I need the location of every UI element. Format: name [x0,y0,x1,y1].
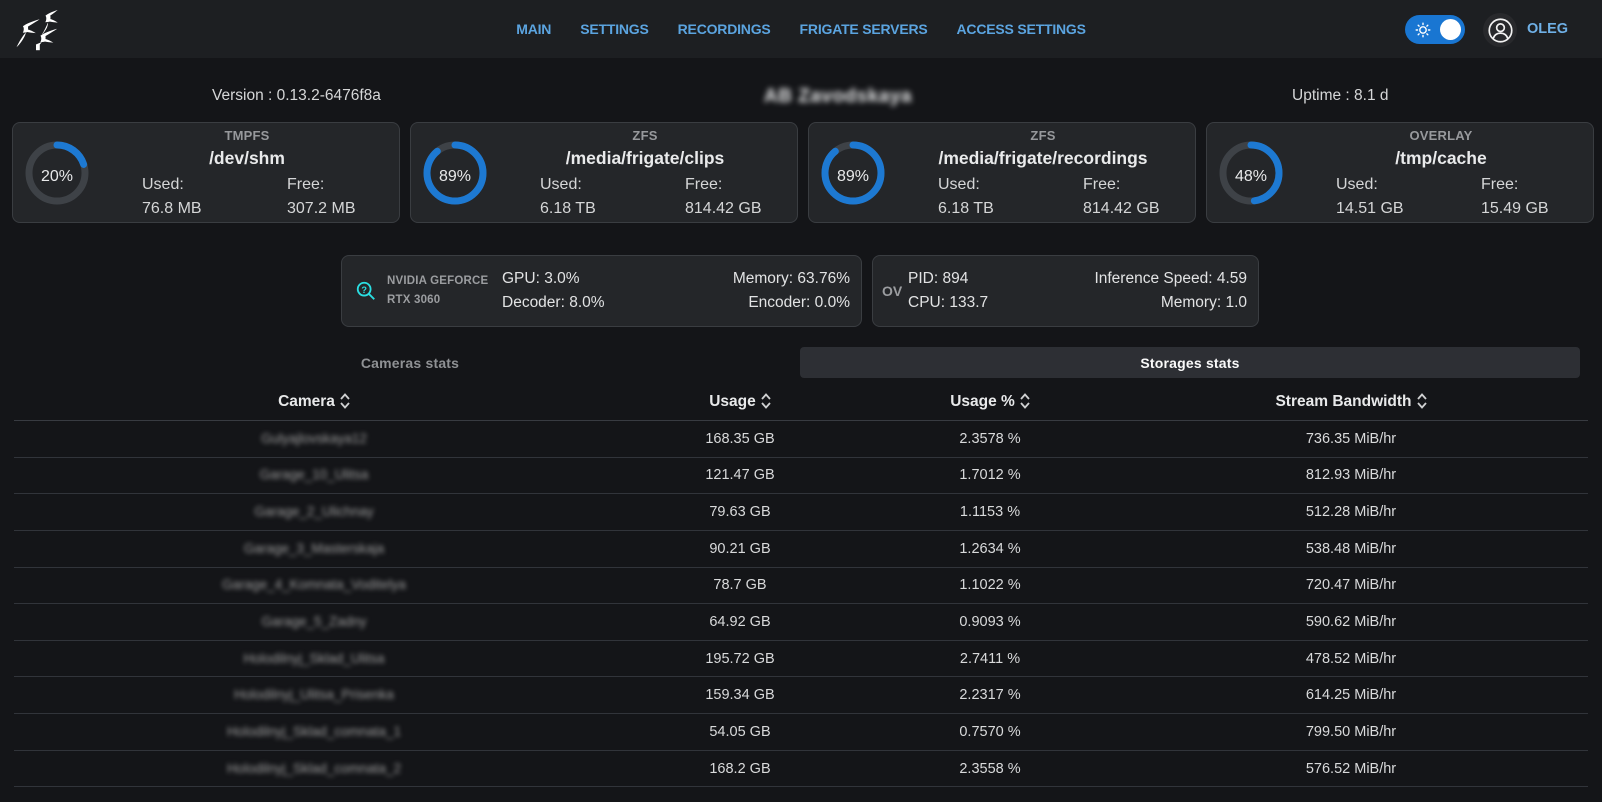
svg-text:?: ? [361,285,367,295]
